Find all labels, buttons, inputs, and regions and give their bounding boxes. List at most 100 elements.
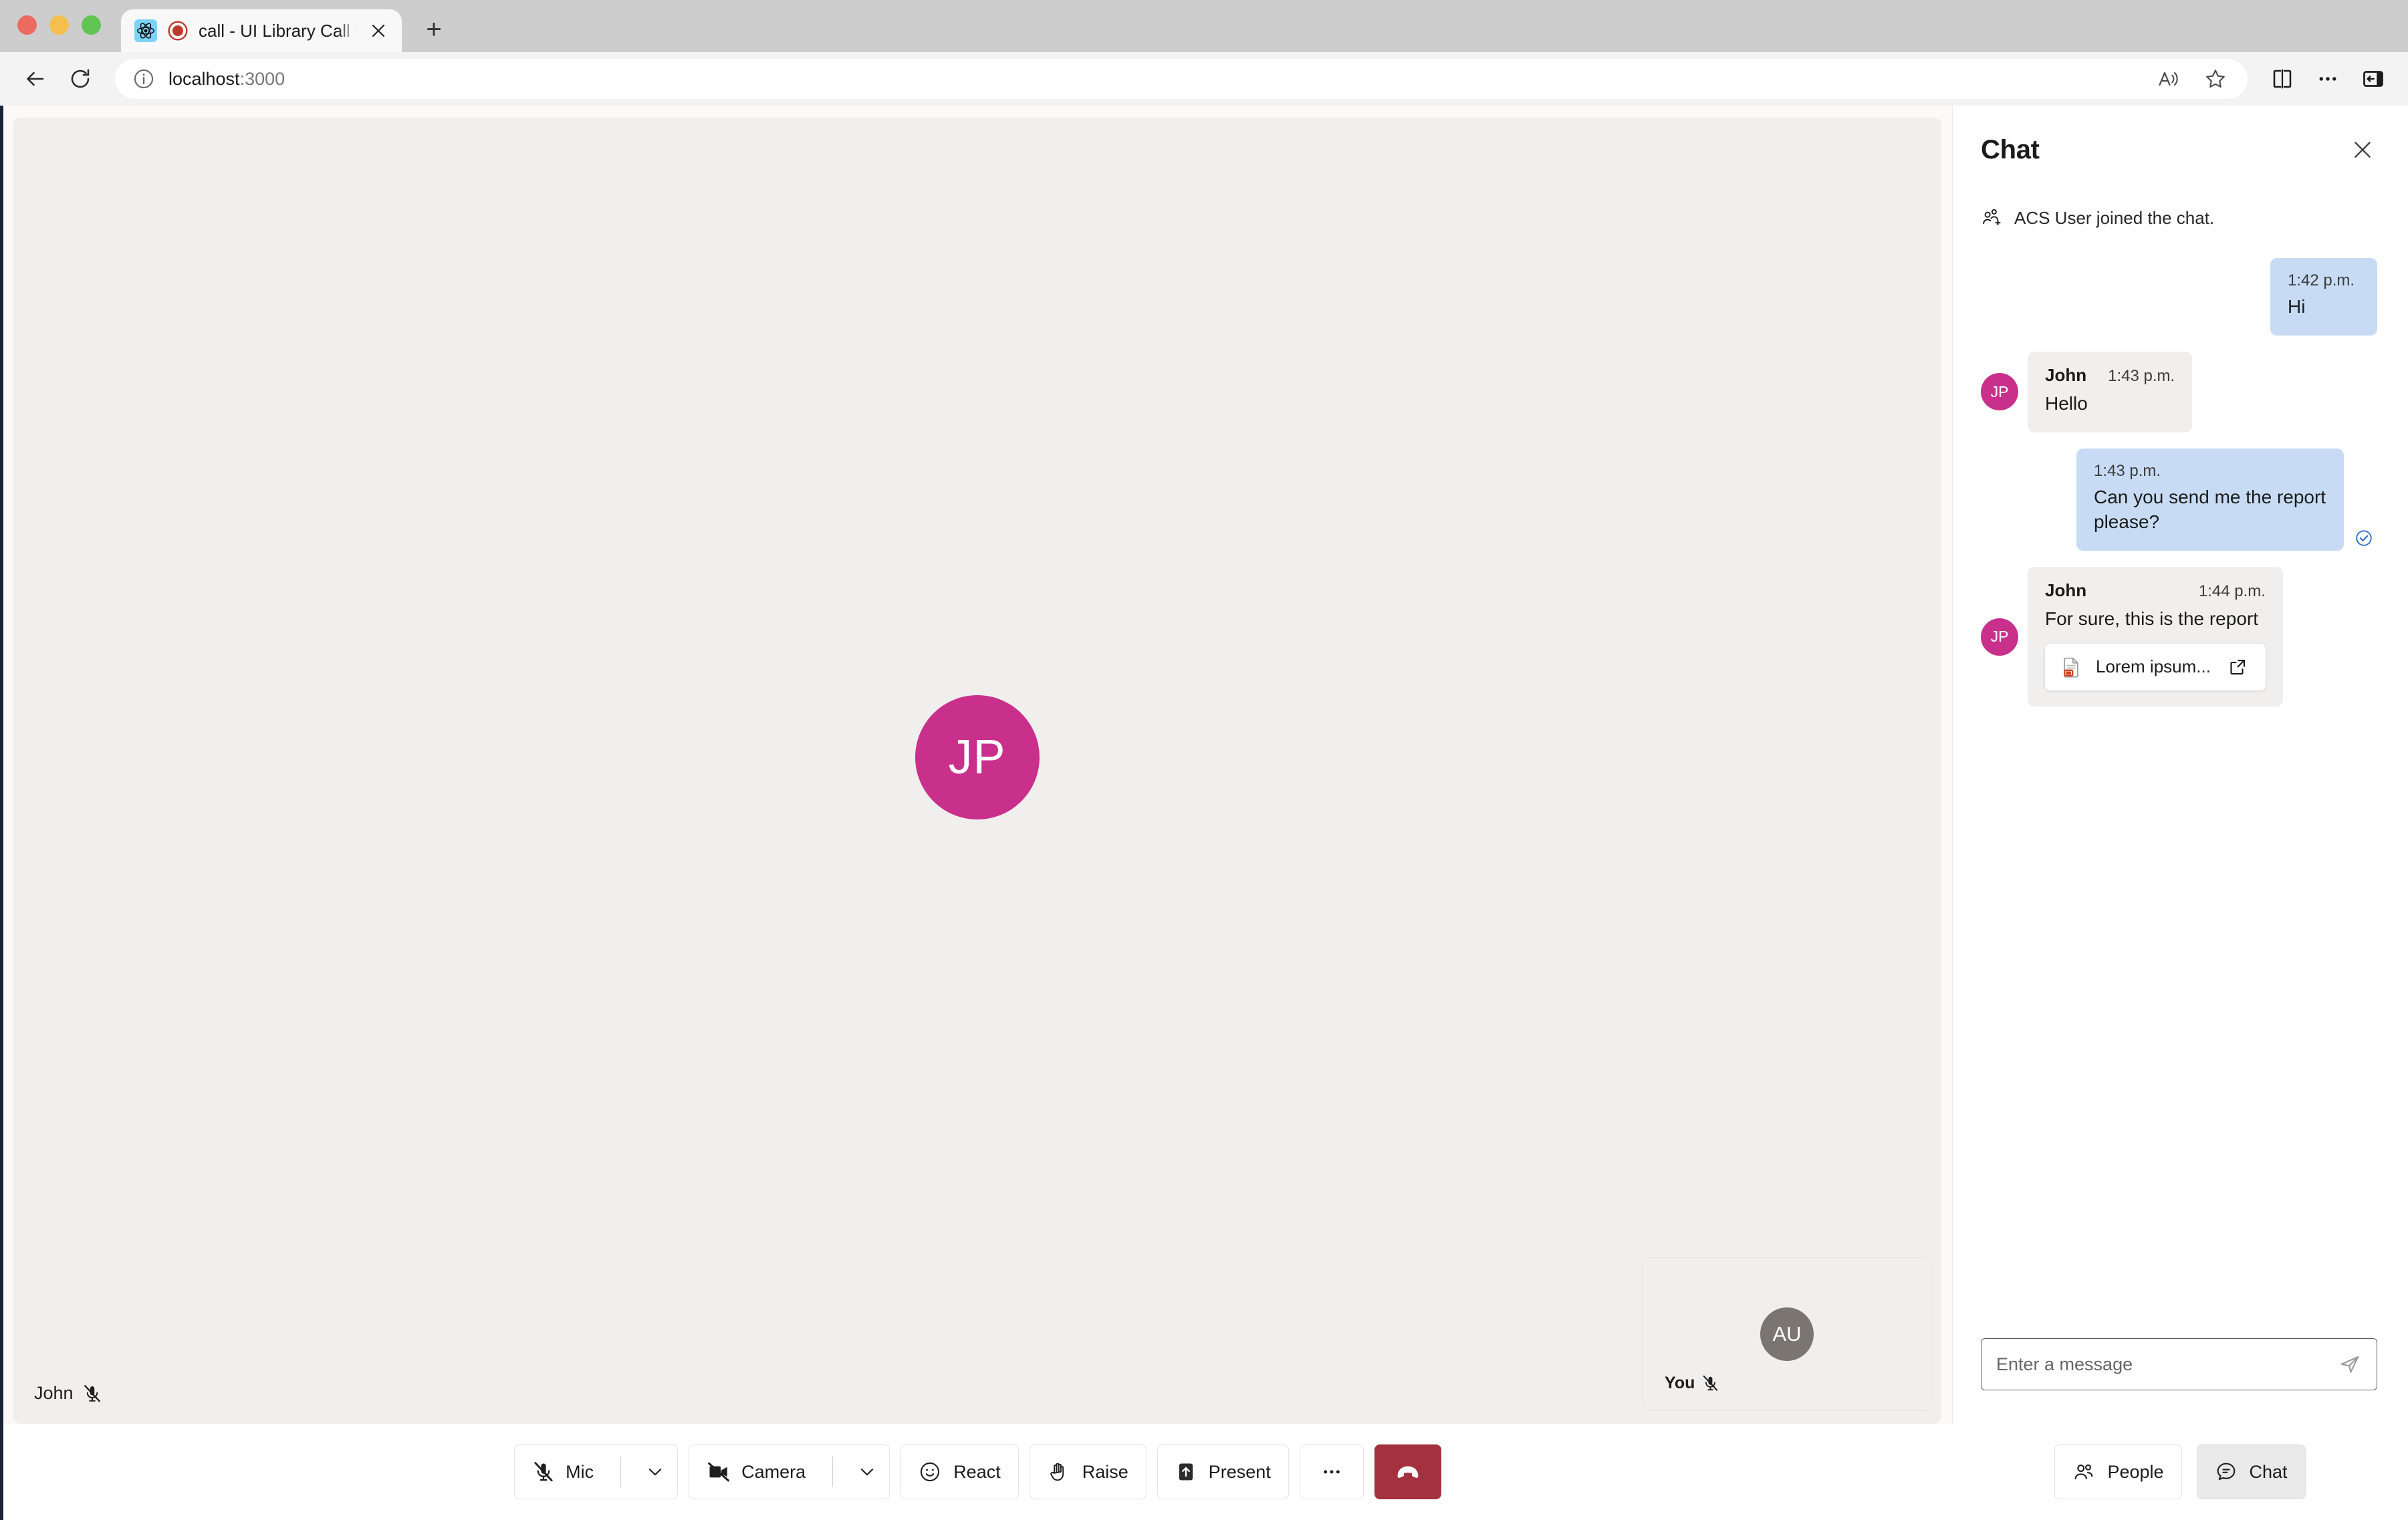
minimize-window-button[interactable] [49, 15, 69, 35]
close-icon[interactable] [2344, 131, 2381, 168]
chat-button[interactable]: Chat [2196, 1444, 2306, 1499]
new-tab-button[interactable]: + [416, 12, 451, 47]
smiley-face-icon [919, 1461, 941, 1483]
maximize-window-button[interactable] [82, 15, 101, 35]
message-meta: John 1:44 p.m. [2045, 580, 2266, 601]
chat-bubble-outgoing[interactable]: 1:42 p.m. Hi [2270, 258, 2377, 336]
camera-toggle[interactable]: Camera [689, 1445, 820, 1499]
people-button[interactable]: People [2054, 1444, 2182, 1499]
chat-panel-title: Chat [1981, 134, 2040, 164]
message-sender-name: John [2045, 580, 2087, 601]
send-icon[interactable] [2332, 1347, 2367, 1382]
message-input[interactable] [1996, 1354, 2326, 1375]
react-button[interactable]: React [900, 1444, 1019, 1499]
message-text: For sure, this is the report [2045, 608, 2259, 630]
more-options-button[interactable] [1299, 1444, 1364, 1499]
address-bar-url: localhost:3000 [168, 68, 285, 89]
chat-message-row: JP John 1:43 p.m. Hello [1981, 351, 2377, 432]
end-call-button[interactable] [1374, 1444, 1441, 1499]
chat-message-list[interactable]: ACS User joined the chat. 1:42 p.m. Hi J… [1953, 175, 2408, 1338]
page-viewport: JP John AU You Chat ACS User joined the … [0, 106, 2408, 1520]
chat-bubble-incoming[interactable]: John 1:43 p.m. Hello [2028, 351, 2193, 432]
chevron-down-icon [648, 1469, 662, 1476]
address-bar-actions [2149, 59, 2236, 99]
browser-tab[interactable]: call - UI Library Call With C [121, 9, 402, 52]
tab-title: call - UI Library Call With C [199, 20, 357, 41]
raise-hand-button-label: Raise [1082, 1461, 1128, 1482]
sender-avatar: JP [1981, 618, 2018, 656]
read-receipt-icon [2351, 528, 2377, 548]
camera-button[interactable]: Camera [689, 1444, 890, 1499]
mic-off-icon [1701, 1374, 1719, 1392]
site-info-icon[interactable] [132, 68, 155, 90]
message-meta: John 1:43 p.m. [2045, 365, 2175, 386]
more-horizontal-icon [1320, 1461, 1343, 1483]
chat-input-area [1953, 1338, 2408, 1424]
message-sender-name: John [2045, 364, 2087, 385]
open-in-new-window-icon[interactable] [2224, 657, 2251, 677]
call-control-bar: Mic Camera React Raise Present People Ch… [3, 1424, 2408, 1520]
chat-button-label: Chat [2249, 1461, 2288, 1482]
reload-icon[interactable] [60, 59, 100, 99]
sender-avatar: JP [1981, 373, 2018, 411]
button-divider [832, 1456, 834, 1487]
chat-bubble-icon [2215, 1461, 2238, 1483]
message-text: Can you send me the report please? [2094, 486, 2326, 533]
hangup-phone-icon [1394, 1458, 1422, 1486]
local-participant-tile[interactable]: AU You [1643, 1258, 1931, 1410]
video-gallery: JP John AU You [3, 106, 1952, 1424]
person-add-icon [1981, 207, 2002, 229]
camera-button-label: Camera [741, 1461, 806, 1482]
chat-header: Chat [1953, 106, 2408, 175]
call-controls-primary: Mic Camera React Raise Present [3, 1444, 1952, 1499]
remote-avatar: JP [915, 695, 1040, 819]
remote-participant-name: John [34, 1383, 74, 1403]
sidebar-toggle-icon[interactable] [2353, 59, 2393, 99]
settings-more-icon[interactable] [2308, 59, 2348, 99]
react-button-label: React [953, 1461, 1001, 1482]
message-timestamp: 1:44 p.m. [2198, 582, 2266, 601]
chat-system-message: ACS User joined the chat. [1981, 207, 2377, 229]
close-window-button[interactable] [17, 15, 37, 35]
camera-device-menu-button[interactable] [845, 1445, 889, 1499]
local-participant-name: You [1665, 1374, 1695, 1392]
mic-off-icon [82, 1384, 102, 1404]
attachment-card[interactable]: Lorem ipsum... [2045, 643, 2266, 690]
back-arrow-icon[interactable] [15, 59, 55, 99]
attachment-name: Lorem ipsum... [2096, 656, 2211, 677]
tab-close-icon[interactable] [367, 19, 390, 42]
mic-device-menu-button[interactable] [633, 1445, 677, 1499]
camera-off-icon [707, 1460, 731, 1484]
present-button[interactable]: Present [1157, 1444, 1289, 1499]
local-avatar: AU [1760, 1307, 1814, 1361]
message-timestamp: 1:43 p.m. [2108, 366, 2175, 385]
tab-strip: call - UI Library Call With C + [0, 0, 2408, 52]
share-screen-icon [1175, 1461, 1197, 1483]
remote-participant-tile[interactable]: JP John AU You [13, 118, 1941, 1424]
message-timestamp: 1:42 p.m. [2288, 271, 2355, 289]
split-screen-icon[interactable] [2262, 59, 2302, 99]
message-timestamp: 1:43 p.m. [2094, 461, 2161, 480]
read-aloud-icon[interactable] [2149, 59, 2189, 99]
mic-button-label: Mic [566, 1461, 594, 1482]
favorite-star-icon[interactable] [2195, 59, 2236, 99]
people-icon [2072, 1461, 2095, 1483]
react-icon [134, 19, 157, 42]
chat-panel: Chat ACS User joined the chat. 1:42 p.m.… [1952, 106, 2408, 1424]
message-input-wrapper[interactable] [1981, 1338, 2377, 1390]
stage-row: JP John AU You Chat ACS User joined the … [3, 106, 2408, 1424]
present-button-label: Present [1208, 1461, 1271, 1482]
raise-hand-button[interactable]: Raise [1029, 1444, 1147, 1499]
button-divider [620, 1456, 622, 1487]
chevron-down-icon [861, 1469, 874, 1476]
chat-message-row: 1:42 p.m. Hi [1981, 258, 2377, 336]
window-traffic-lights [17, 15, 121, 52]
chat-bubble-incoming[interactable]: John 1:44 p.m. For sure, this is the rep… [2028, 567, 2283, 707]
recording-indicator-icon[interactable] [167, 20, 189, 41]
mic-toggle[interactable]: Mic [515, 1445, 608, 1499]
chat-bubble-outgoing[interactable]: 1:43 p.m. Can you send me the report ple… [2076, 448, 2344, 551]
browser-toolbar: localhost:3000 [0, 52, 2408, 106]
address-bar[interactable]: localhost:3000 [115, 59, 2248, 99]
mic-button[interactable]: Mic [514, 1444, 679, 1499]
mic-off-icon [532, 1461, 555, 1483]
